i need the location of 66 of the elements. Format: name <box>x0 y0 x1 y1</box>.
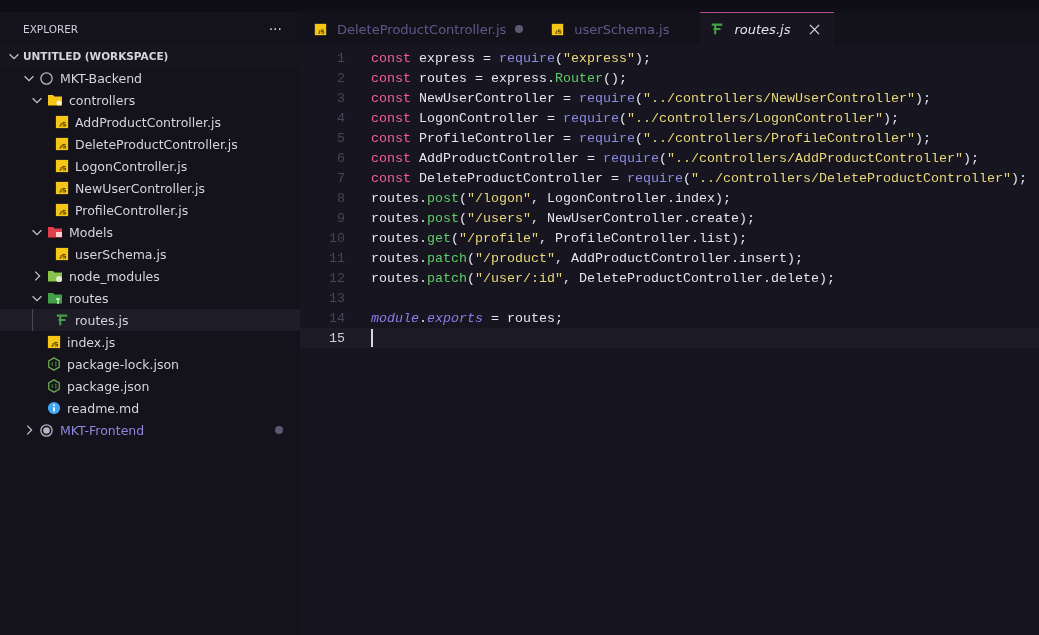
code-line: routes.patch("/user/:id", DeleteProductController.delete); <box>371 270 835 286</box>
line-number: 12 <box>328 270 345 286</box>
js-file-icon <box>55 159 69 173</box>
code-line: const ProfileController = require("../controllers/ProfileController"); <box>371 130 931 146</box>
tree-item[interactable]: package-lock.json <box>0 353 300 375</box>
js-file-icon <box>55 181 69 195</box>
code-line: routes.get("/profile", ProfileController.list); <box>371 230 747 246</box>
line-number: 14 <box>328 310 345 326</box>
line-number: 8 <box>336 190 345 206</box>
line-number: 15 <box>328 330 345 346</box>
editor-tab[interactable]: routes.js <box>700 12 835 45</box>
ring-icon <box>39 70 54 86</box>
line-number: 6 <box>336 150 345 166</box>
tree-item[interactable]: MKT-Backend <box>0 67 300 89</box>
info-icon <box>47 401 61 415</box>
line-number: 9 <box>336 210 345 226</box>
tree-item[interactable]: readme.md <box>0 397 300 419</box>
tree-item[interactable]: controllers <box>0 89 300 111</box>
close-icon[interactable] <box>809 23 821 35</box>
tree-item[interactable]: NewUserController.js <box>0 177 300 199</box>
tree-item[interactable]: ProfileController.js <box>0 199 300 221</box>
js-file-icon <box>55 203 69 217</box>
line-number: 13 <box>328 290 345 306</box>
tree-item[interactable]: routes <box>0 287 300 309</box>
code-line: const express = require("express"); <box>371 50 651 66</box>
code-line: const routes = express.Router(); <box>371 70 627 86</box>
text-cursor <box>371 329 373 347</box>
line-number: 5 <box>336 130 345 146</box>
tree-item[interactable]: package.json <box>0 375 300 397</box>
tree-item[interactable]: AddProductController.js <box>0 111 300 133</box>
code-line: routes.patch("/product", AddProductController.insert); <box>371 250 803 266</box>
tree-item[interactable]: Models <box>0 221 300 243</box>
hexagon-icon <box>47 357 61 371</box>
code-line: const LogonController = require("../controllers/LogonController"); <box>371 110 899 126</box>
line-number: 10 <box>328 230 345 246</box>
tree-item[interactable]: routes.js <box>0 309 300 331</box>
tree-item[interactable]: LogonController.js <box>0 155 300 177</box>
line-number: 11 <box>328 250 345 266</box>
hexagon-icon <box>47 379 61 393</box>
js-file-icon <box>314 22 327 36</box>
tree-item[interactable]: index.js <box>0 331 300 353</box>
js-file-icon <box>55 137 69 151</box>
code-line: module.exports = routes; <box>371 310 563 326</box>
code-line: const AddProductController = require("../controllers/AddProductController"); <box>371 150 979 166</box>
code-line: routes.post("/logon", LogonController.index); <box>371 190 731 206</box>
line-number: 4 <box>336 110 345 126</box>
code-line: const NewUserController = require("../controllers/NewUserController"); <box>371 90 931 106</box>
code-line: routes.post("/users", NewUserController.create); <box>371 210 755 226</box>
explorer-title: EXPLORER <box>23 22 79 35</box>
js-file-icon <box>55 247 69 261</box>
tree-item[interactable]: userSchema.js <box>0 243 300 265</box>
js-file-icon <box>551 22 565 36</box>
js-file-icon <box>55 115 69 129</box>
more-actions-button[interactable]: ··· <box>268 20 282 37</box>
tree-item[interactable]: DeleteProductController.js <box>0 133 300 155</box>
line-number: 3 <box>336 90 345 106</box>
line-number: 7 <box>336 170 345 186</box>
code-line: const DeleteProductController = require("../controllers/DeleteProductController"); <box>371 170 1027 186</box>
target-icon <box>39 422 54 438</box>
tree-item[interactable]: MKT-Frontend <box>0 419 300 441</box>
line-number: 2 <box>336 70 345 86</box>
js-file-icon <box>47 335 61 349</box>
signpost-icon <box>55 313 69 327</box>
tree-item[interactable]: node_modules <box>0 265 300 287</box>
signpost-icon <box>710 22 725 36</box>
line-number: 1 <box>336 50 345 66</box>
